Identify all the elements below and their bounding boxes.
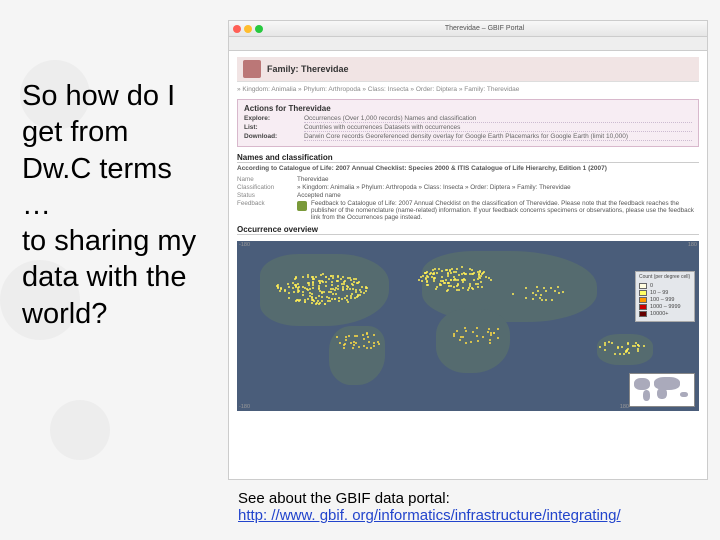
section-title-occurrence: Occurrence overview	[237, 225, 699, 235]
action-row: Explore: Occurrences (Over 1,000 records…	[244, 115, 692, 123]
browser-toolbar	[229, 37, 707, 51]
minimap[interactable]	[629, 373, 695, 407]
taxon-icon	[243, 60, 261, 78]
legend-swatch	[639, 311, 647, 317]
names-classification-table: NameTherevidae Classification» Kingdom: …	[237, 176, 699, 221]
legend-label: 100 – 999	[650, 297, 674, 303]
page-content: Family: Therevidae » Kingdom: Animalia »…	[229, 51, 707, 419]
nc-value: Therevidae	[297, 176, 699, 183]
action-label: Download:	[244, 133, 304, 141]
legend-row: 10000+	[639, 311, 691, 317]
feedback-text: Feedback to Catalogue of Life: 2007 Annu…	[311, 200, 699, 221]
nc-label: Classification	[237, 184, 297, 191]
legend-label: 10 – 99	[650, 290, 668, 296]
action-links-list[interactable]: Countries with occurrences Datasets with…	[304, 124, 692, 132]
legend-row: 1000 – 9999	[639, 304, 691, 310]
legend-row: 10 – 99	[639, 290, 691, 296]
legend-label: 0	[650, 283, 653, 289]
nc-label: Status	[237, 192, 297, 199]
slide-caption: See about the GBIF data portal: http: //…	[238, 490, 700, 524]
axis-label: -180	[239, 404, 250, 410]
window-titlebar: Therevidae – GBIF Portal	[229, 21, 707, 37]
world-map-canvas[interactable]: -180 180 -180 180 Count (per degree cell…	[237, 241, 699, 411]
legend-swatch	[639, 283, 647, 289]
family-label: Family:	[267, 64, 299, 74]
action-links-explore[interactable]: Occurrences (Over 1,000 records) Names a…	[304, 115, 692, 123]
nc-value[interactable]: » Kingdom: Animalia » Phylum: Arthropoda…	[297, 184, 699, 191]
legend-row: 100 – 999	[639, 297, 691, 303]
breadcrumb[interactable]: » Kingdom: Animalia » Phylum: Arthropoda…	[237, 86, 699, 93]
action-label: Explore:	[244, 115, 304, 123]
legend-swatch	[639, 297, 647, 303]
catalogue-of-life-note: According to Catalogue of Life: 2007 Ann…	[237, 165, 699, 173]
caption-prefix: See about the GBIF data portal:	[238, 490, 450, 507]
axis-label: -180	[239, 242, 250, 248]
action-row: List: Countries with occurrences Dataset…	[244, 124, 692, 132]
family-value: Therevidae	[301, 64, 349, 74]
action-links-download[interactable]: Darwin Core records Georeferenced densit…	[304, 133, 692, 141]
axis-label: 180	[688, 242, 697, 248]
caption-link[interactable]: http: //www. gbif. org/informatics/infra…	[238, 507, 621, 524]
map-legend: Count (per degree cell) 0 10 – 99 100 – …	[635, 271, 695, 322]
axis-label: 180	[620, 404, 629, 410]
window-title: Therevidae – GBIF Portal	[266, 25, 703, 32]
action-label: List:	[244, 124, 304, 132]
legend-swatch	[639, 304, 647, 310]
nc-value: Accepted name	[297, 192, 699, 199]
browser-screenshot: Therevidae – GBIF Portal Family: Therevi…	[228, 20, 708, 480]
actions-title: Actions for Therevidae	[244, 104, 692, 113]
legend-title: Count (per degree cell)	[639, 275, 691, 281]
close-icon[interactable]	[233, 25, 241, 33]
nc-label: Name	[237, 176, 297, 183]
feedback-icon[interactable]	[297, 201, 307, 211]
zoom-icon[interactable]	[255, 25, 263, 33]
actions-panel: Actions for Therevidae Explore: Occurren…	[237, 99, 699, 147]
legend-label: 1000 – 9999	[650, 304, 681, 310]
family-header: Family: Therevidae	[237, 57, 699, 82]
nc-label: Feedback	[237, 200, 297, 221]
minimize-icon[interactable]	[244, 25, 252, 33]
legend-swatch	[639, 290, 647, 296]
legend-row: 0	[639, 283, 691, 289]
section-title-names: Names and classification	[237, 153, 699, 163]
action-row: Download: Darwin Core records Georeferen…	[244, 133, 692, 141]
occurrence-map: -180 180 -180 180 Count (per degree cell…	[237, 241, 699, 411]
slide-question-text: So how do I get from Dw.C terms …to shar…	[22, 78, 202, 332]
legend-label: 10000+	[650, 311, 669, 317]
